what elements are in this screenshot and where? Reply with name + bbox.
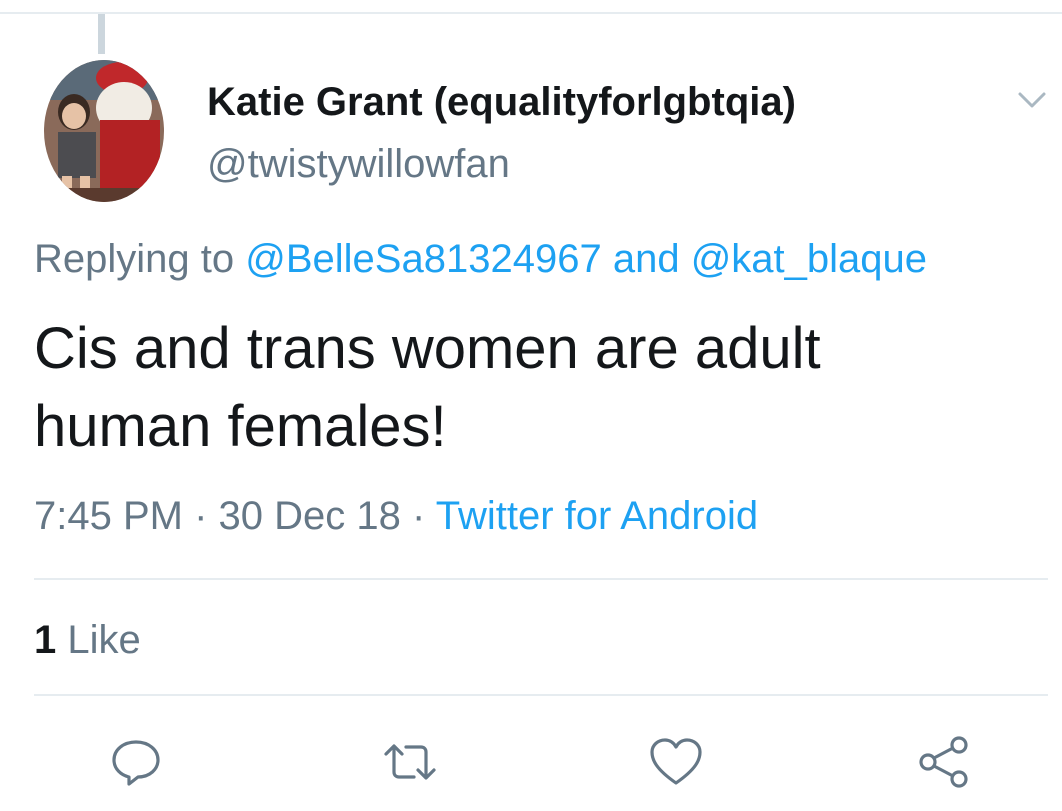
likes-count: 1: [34, 618, 57, 662]
tweet-source-link[interactable]: Twitter for Android: [436, 494, 758, 538]
retweet-icon: [384, 744, 436, 780]
tweet-text-line: Cis and trans women are adult: [34, 316, 821, 381]
tweet-text: Cis and trans women are adult human fema…: [34, 310, 1034, 466]
divider: [34, 694, 1048, 696]
meta-separator: ·: [194, 494, 208, 538]
thread-connector-line: [98, 14, 105, 54]
like-button[interactable]: [648, 734, 704, 790]
heart-icon: [650, 738, 702, 785]
reply-joiner[interactable]: and: [613, 237, 680, 281]
tweet-options-button[interactable]: [1012, 84, 1052, 118]
meta-separator: ·: [412, 494, 426, 538]
avatar[interactable]: [44, 60, 164, 202]
share-icon: [919, 736, 968, 788]
retweet-button[interactable]: [382, 734, 438, 790]
reply-mention-link[interactable]: @kat_blaque: [691, 237, 927, 281]
tweet-meta: 7:45 PM · 30 Dec 18 · Twitter for Androi…: [34, 494, 758, 539]
top-divider: [0, 12, 1062, 14]
display-name[interactable]: Katie Grant (equalityforlgbtqia): [207, 80, 796, 125]
tweet-text-line: human females!: [34, 394, 447, 459]
user-handle[interactable]: @twistywillowfan: [207, 142, 510, 187]
tweet-time: 7:45 PM: [34, 494, 183, 538]
avatar-photo: [44, 60, 164, 202]
chevron-down-icon: [1018, 92, 1046, 108]
divider: [34, 578, 1048, 580]
replying-to-line: Replying to @BelleSa81324967 and @kat_bl…: [34, 237, 927, 282]
tweet-date: 30 Dec 18: [218, 494, 401, 538]
reply-mention-link[interactable]: @BelleSa81324967: [245, 237, 601, 281]
replying-to-label: Replying to: [34, 237, 235, 281]
reply-icon: [112, 740, 160, 786]
reply-button[interactable]: [108, 734, 164, 790]
tweet-detail-page: Katie Grant (equalityforlgbtqia) @twisty…: [0, 0, 1062, 811]
likes-stat[interactable]: 1 Like: [34, 618, 141, 663]
likes-label: Like: [67, 618, 141, 662]
share-button[interactable]: [916, 734, 972, 790]
